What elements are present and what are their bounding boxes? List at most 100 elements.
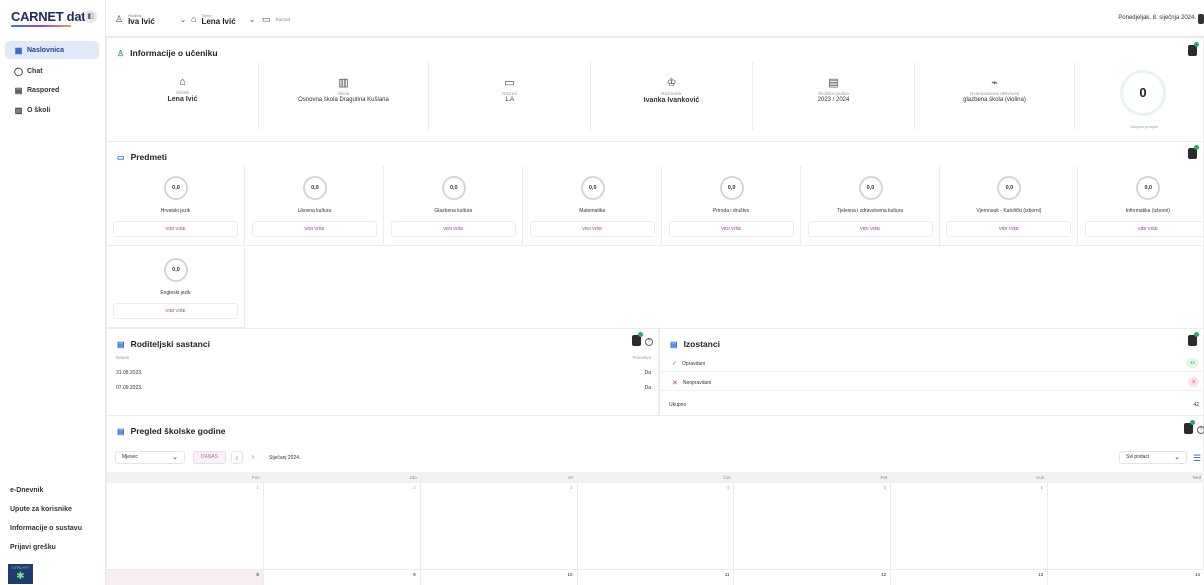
calendar-day-cell[interactable]: 3 xyxy=(420,483,578,570)
calendar-day-cell[interactable]: 1 xyxy=(107,483,264,570)
legend-list-icon[interactable]: ☰ xyxy=(1193,453,1201,464)
link-informacije[interactable]: Informacije o sustavu xyxy=(10,525,82,532)
link-prijavi-gresku[interactable]: Prijavi grešku xyxy=(10,544,56,551)
calendar-title: ▤ Pregled školske godine xyxy=(117,426,226,436)
average-grade-label: Ukupan prosjek xyxy=(1130,124,1158,129)
calendar-icon: ▤ xyxy=(670,339,678,349)
absence-label: Opravdani xyxy=(682,360,706,367)
info-cell-activities: ⌁ Izvannastavne aktivnosti glazbena škol… xyxy=(915,62,1075,130)
absence-count-badge: 0 xyxy=(1188,377,1199,387)
prev-month-button[interactable]: ‹ xyxy=(231,451,243,464)
calendar-day-cell[interactable]: 6 xyxy=(891,483,1049,570)
help-icon[interactable]: ? xyxy=(645,338,653,346)
calendar-day-cell[interactable] xyxy=(1048,483,1204,570)
month-label: Siječanj 2024. xyxy=(269,455,301,461)
activity-icon: ⌁ xyxy=(991,77,998,89)
link-e-dnevnik[interactable]: e-Dnevnik xyxy=(10,487,43,494)
class-select[interactable]: ▭ Razred xyxy=(262,9,290,29)
app-logo[interactable]: CARNET data xyxy=(11,9,93,24)
info-value: Lena Ivić xyxy=(167,96,198,103)
data-filter-select[interactable]: Svi podaci ⌄ xyxy=(1119,451,1187,464)
view-more-button[interactable]: VIDI VIŠE xyxy=(1085,221,1204,237)
parent-select[interactable]: ♙ Roditelj Iva Ivić ⌄ xyxy=(115,9,186,29)
subject-name: Matematika xyxy=(579,208,606,214)
subject-name: Glazbena kultura xyxy=(434,208,473,214)
absences-title: ▤ Izostanci xyxy=(670,339,720,349)
calendar-day-cell[interactable]: 9 xyxy=(263,570,421,585)
absence-total-value: 42 xyxy=(1193,402,1199,408)
student-info-title-text: Informacije o učeniku xyxy=(130,48,218,58)
view-more-button[interactable]: VIDI VIŠE xyxy=(668,221,794,237)
today-button[interactable]: DANAS xyxy=(193,451,226,464)
calendar-day-cell[interactable]: 5 xyxy=(734,483,892,570)
sidebar-item-raspored[interactable]: ▤ Raspored xyxy=(5,81,99,99)
subject-name: Engleski jezik xyxy=(160,290,191,296)
print-icon[interactable] xyxy=(1188,42,1199,56)
sidebar: CARNET data ◧ ▦ Naslovnica ◯ Chat ▤ Rasp… xyxy=(0,0,106,585)
calendar-day-cell[interactable]: 4 xyxy=(577,483,735,570)
sidebar-collapse-icon[interactable]: ◧ xyxy=(84,10,97,23)
info-value: 2023 / 2024 xyxy=(817,97,850,103)
absence-total-label: Ukupno xyxy=(669,402,687,408)
print-icon[interactable] xyxy=(632,332,643,346)
subject-card: 0,0 Hrvatski jezik VIDI VIŠE xyxy=(107,166,245,246)
print-icon[interactable] xyxy=(1188,145,1199,159)
subject-grade-ring: 0,0 xyxy=(1136,176,1161,200)
calendar-day-cell[interactable]: 2 xyxy=(263,483,421,570)
student-info-card: ♙ Informacije o učeniku ⌂ Učenik Lena Iv… xyxy=(106,37,1204,146)
view-more-button[interactable]: VIDI VIŠE xyxy=(113,303,238,319)
info-cell-school: ▥ Škola Osnovna škola Dragutina Kušlana xyxy=(259,62,429,130)
print-icon[interactable] xyxy=(1188,332,1199,346)
sidebar-item-o-skoli[interactable]: ▥ O školi xyxy=(5,101,99,119)
help-icon[interactable]: ? xyxy=(1197,426,1204,434)
subject-grade-ring: 0,0 xyxy=(302,176,327,200)
weekday-header: Uto xyxy=(263,472,421,483)
calendar-day-cell[interactable]: 14 xyxy=(1048,570,1204,585)
current-date: Ponedjeljak, 8. siječnja 2024. xyxy=(1118,15,1196,21)
sidebar-item-label: Raspored xyxy=(27,86,60,94)
info-value: Osnovna škola Dragutina Kušlana xyxy=(298,97,389,103)
logo-underline xyxy=(11,25,71,27)
calendar-icon: ▤ xyxy=(117,426,125,436)
view-more-button[interactable]: VIDI VIŠE xyxy=(113,221,238,237)
view-more-button[interactable]: VIDI VIŠE xyxy=(529,221,655,237)
graduation-cap-icon: ⌂ xyxy=(179,76,186,88)
calendar-day-cell[interactable]: 8 xyxy=(107,570,264,585)
next-month-button[interactable]: › xyxy=(247,451,259,464)
weekday-header: Čet xyxy=(577,472,735,483)
print-icon[interactable] xyxy=(1184,420,1195,434)
view-more-button[interactable]: VIDI VIŠE xyxy=(390,221,516,237)
view-mode-select[interactable]: Mjesec ⌄ xyxy=(115,451,185,464)
sidebar-item-chat[interactable]: ◯ Chat xyxy=(5,62,99,80)
ctrl-logo-text: CTRL+FT xyxy=(11,565,30,570)
board-icon: ▭ xyxy=(117,152,125,162)
crown-icon: ♔ xyxy=(666,77,677,89)
view-more-button[interactable]: VIDI VIŠE xyxy=(251,221,377,237)
absences-title-text: Izostanci xyxy=(683,339,720,349)
calendar-day-cell[interactable]: 13 xyxy=(891,570,1049,585)
subject-name: Tjelesna i zdravstvena kultura xyxy=(836,208,904,214)
view-more-button[interactable]: VIDI VIŠE xyxy=(807,221,933,237)
subject-name: Priroda i društvo xyxy=(712,208,750,214)
figure-icon: ✱ xyxy=(16,571,25,582)
meeting-present: Da xyxy=(644,385,651,391)
building-icon: ▥ xyxy=(14,105,23,115)
sidebar-item-naslovnica[interactable]: ▦ Naslovnica xyxy=(5,41,99,59)
calendar-day-cell[interactable]: 11 xyxy=(577,570,735,585)
calendar-icon: ▤ xyxy=(828,77,839,89)
meeting-date: 31.08.2023. xyxy=(116,370,143,376)
notification-icon[interactable] xyxy=(1198,14,1204,24)
meeting-date: 07.09.2023. xyxy=(116,385,143,391)
info-label: Učenik xyxy=(175,90,190,95)
student-select[interactable]: ⌂ Dijete Lena Ivić ⌄ xyxy=(191,9,255,29)
weekday-header: Ned xyxy=(1048,472,1204,483)
parent-select-value: Iva Ivić xyxy=(128,16,155,26)
calendar-day-cell[interactable]: 10 xyxy=(420,570,578,585)
calendar-day-cell[interactable]: 12 xyxy=(734,570,892,585)
link-upute[interactable]: Upute za korisnike xyxy=(10,506,72,513)
absence-row-justified: ✓ Opravdani 42 xyxy=(660,355,1203,372)
view-more-button[interactable]: VIDI VIŠE xyxy=(946,221,1072,237)
subject-grade-ring: 0,0 xyxy=(997,176,1022,200)
subject-grade-ring: 0,0 xyxy=(164,176,188,200)
check-icon: ✓ xyxy=(672,361,678,367)
